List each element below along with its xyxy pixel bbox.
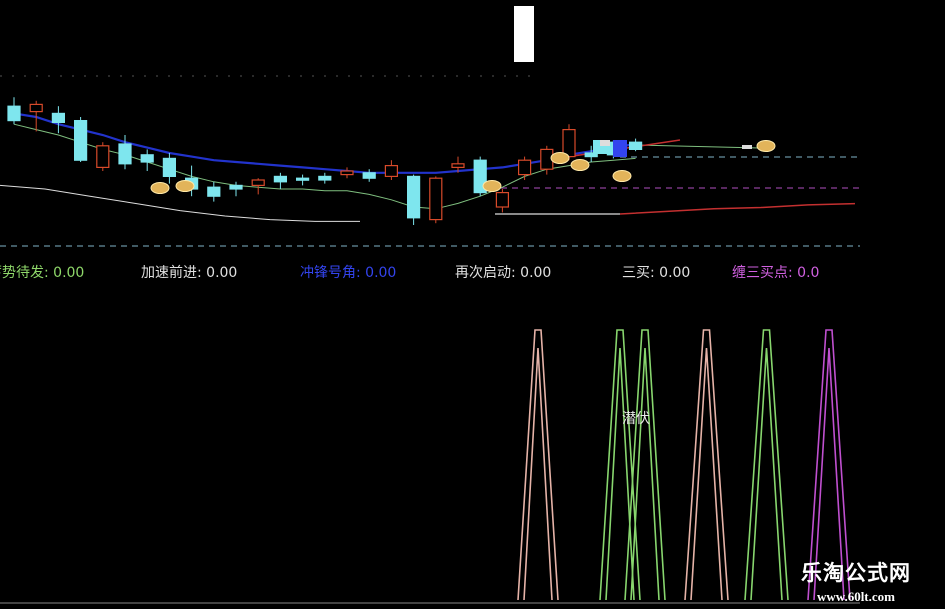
gold-ingot-icon xyxy=(550,152,570,164)
candle-body xyxy=(273,175,287,183)
candle-body xyxy=(162,157,176,177)
candle-body xyxy=(73,119,88,161)
candle-body xyxy=(96,145,110,169)
indicator-legend: 蓄势待发: 0.00 加速前进: 0.00 冲锋号角: 0.00 再次启动: 0… xyxy=(0,262,945,282)
candle-body xyxy=(384,165,398,178)
candle-body xyxy=(229,184,243,190)
indicator-peak-inner xyxy=(750,347,783,601)
candle-body xyxy=(495,192,509,208)
candle-body xyxy=(296,177,310,181)
series-line-ma-green-right xyxy=(635,144,761,149)
gold-ingot-icon xyxy=(482,180,502,192)
candle-body xyxy=(429,177,443,221)
candle-body xyxy=(340,170,354,176)
legend-item-jiasu: 加速前进: 0.00 xyxy=(141,265,238,281)
indicator-peak-inner xyxy=(523,347,553,601)
indicator-label-qianfu: 潜伏 xyxy=(622,411,650,427)
candle-body xyxy=(207,186,221,197)
gold-ingot-icon xyxy=(756,140,776,152)
candle-body xyxy=(318,175,332,181)
candle-body xyxy=(742,145,752,149)
candle-body xyxy=(562,129,576,158)
indicator-peak-outer xyxy=(684,329,729,601)
legend-item-zaici: 再次启动: 0.00 xyxy=(455,265,552,281)
indicator-peak-inner xyxy=(630,347,660,601)
top-marker-block xyxy=(514,6,534,62)
candle-body xyxy=(362,172,376,179)
stock-chart-canvas xyxy=(0,6,860,604)
candle-body xyxy=(451,163,465,169)
watermark-title: 乐淘公式网 xyxy=(801,560,911,585)
legend-item-xushi: 蓄势待发: 0.00 xyxy=(0,265,85,281)
gold-ingot-icon xyxy=(570,159,590,171)
candle-body xyxy=(613,140,627,157)
legend-item-chongfeng: 冲锋号角: 0.00 xyxy=(300,265,397,281)
candle-body xyxy=(517,159,532,176)
gold-ingot-icon xyxy=(175,180,195,192)
indicator-peak-outer xyxy=(744,329,789,601)
candle-body xyxy=(407,175,421,219)
series-line-ma-red xyxy=(619,202,856,215)
watermark-url: www.60lt.com xyxy=(817,589,895,604)
gold-ingot-icon xyxy=(612,170,632,182)
watermark: 乐淘公式网 www.60lt.com xyxy=(801,557,911,605)
indicator-peak-inner xyxy=(690,347,723,601)
candle-body xyxy=(118,143,132,165)
gold-ingot-icon xyxy=(150,182,170,194)
indicator-peak-inner xyxy=(605,347,635,601)
candle-body xyxy=(600,140,610,146)
indicator-peak-outer xyxy=(517,329,559,601)
candle-body xyxy=(29,103,43,113)
candle-body xyxy=(251,179,265,187)
candle-body xyxy=(628,141,643,150)
candle-body xyxy=(51,112,66,124)
candle-body xyxy=(7,105,21,122)
legend-item-chansanmai: 缠三买点: 0.0 xyxy=(732,265,820,281)
candle-body xyxy=(140,154,154,163)
legend-item-sanmai: 三买: 0.00 xyxy=(622,265,691,281)
